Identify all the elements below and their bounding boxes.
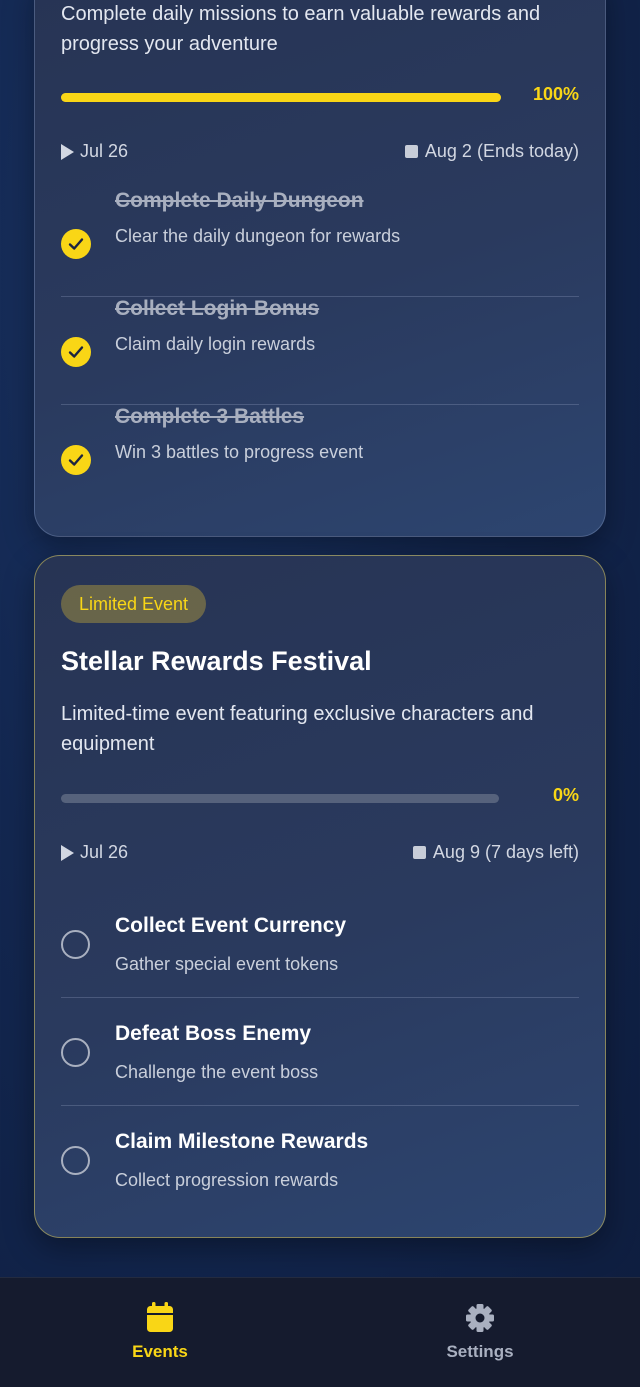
event-progress: 100% bbox=[61, 82, 579, 112]
event-card-daily: Complete daily missions to earn valuable… bbox=[34, 0, 606, 537]
start-date-label: Jul 26 bbox=[80, 842, 129, 862]
event-title: Stellar Rewards Festival bbox=[61, 646, 372, 676]
bottom-nav: Events Settings bbox=[0, 1277, 640, 1387]
task-title: Defeat Boss Enemy bbox=[115, 1022, 312, 1045]
nav-events-label: Events bbox=[132, 1342, 188, 1361]
start-date-label: Jul 26 bbox=[80, 141, 129, 161]
task-subtitle: Claim daily login rewards bbox=[115, 334, 316, 354]
task-item[interactable]: Collect Event Currency Gather special ev… bbox=[61, 890, 579, 998]
event-description: Limited-time event featuring exclusive c… bbox=[61, 703, 534, 755]
task-item[interactable]: Claim Milestone Rewards Collect progress… bbox=[61, 1106, 579, 1214]
task-subtitle: Gather special event tokens bbox=[115, 954, 339, 974]
event-dates: Jul 26 Aug 2 (Ends today) bbox=[61, 141, 579, 165]
task-item[interactable]: Collect Login Bonus Claim daily login re… bbox=[61, 297, 579, 405]
task-item[interactable]: Defeat Boss Enemy Challenge the event bo… bbox=[61, 998, 579, 1106]
task-title: Claim Milestone Rewards bbox=[115, 1130, 369, 1153]
event-dates: Jul 26 Aug 9 (7 days left) bbox=[61, 842, 579, 866]
task-subtitle: Challenge the event boss bbox=[115, 1062, 319, 1082]
end-date-label: Aug 9 (7 days left) bbox=[432, 842, 579, 862]
check-icon[interactable] bbox=[61, 337, 91, 367]
play-icon bbox=[61, 143, 74, 160]
event-card-limited: Limited Event Stellar Rewards Festival L… bbox=[34, 555, 606, 1238]
nav-settings-label: Settings bbox=[446, 1342, 514, 1361]
task-item[interactable]: Complete 3 Battles Win 3 battles to prog… bbox=[61, 405, 579, 513]
end-date: Aug 2 (Ends today) bbox=[404, 141, 579, 162]
progress-fill bbox=[61, 93, 501, 102]
gear-icon bbox=[466, 1304, 494, 1332]
task-subtitle: Clear the daily dungeon for rewards bbox=[115, 226, 401, 246]
task-subtitle: Win 3 battles to progress event bbox=[115, 442, 364, 462]
stop-icon bbox=[404, 145, 418, 158]
event-progress: 0% bbox=[61, 783, 579, 813]
play-icon bbox=[61, 844, 74, 861]
event-description: Complete daily missions to earn valuable… bbox=[61, 3, 541, 55]
task-subtitle: Collect progression rewards bbox=[115, 1170, 339, 1190]
end-date-label: Aug 2 (Ends today) bbox=[424, 141, 579, 161]
calendar-icon bbox=[147, 1302, 173, 1332]
check-icon[interactable] bbox=[61, 229, 91, 259]
start-date: Jul 26 bbox=[61, 141, 128, 162]
start-date: Jul 26 bbox=[61, 842, 128, 863]
task-title: Complete 3 Battles bbox=[115, 405, 305, 428]
task-title: Complete Daily Dungeon bbox=[115, 189, 364, 212]
check-icon[interactable] bbox=[61, 445, 91, 475]
task-item[interactable]: Complete Daily Dungeon Clear the daily d… bbox=[61, 189, 579, 297]
progress-percent: 0% bbox=[552, 785, 579, 805]
unchecked-circle-icon[interactable] bbox=[61, 930, 90, 959]
task-title: Collect Event Currency bbox=[115, 914, 347, 937]
nav-settings-tab[interactable]: Settings bbox=[320, 1278, 640, 1387]
progress-track bbox=[61, 794, 499, 803]
unchecked-circle-icon[interactable] bbox=[61, 1146, 90, 1175]
limited-event-badge: Limited Event bbox=[61, 585, 207, 623]
progress-track bbox=[61, 93, 501, 102]
unchecked-circle-icon[interactable] bbox=[61, 1038, 90, 1067]
end-date: Aug 9 (7 days left) bbox=[412, 842, 579, 863]
stop-icon bbox=[412, 846, 426, 859]
task-title: Collect Login Bonus bbox=[115, 297, 320, 320]
progress-percent: 100% bbox=[532, 84, 579, 104]
nav-events-tab[interactable]: Events bbox=[0, 1278, 320, 1387]
